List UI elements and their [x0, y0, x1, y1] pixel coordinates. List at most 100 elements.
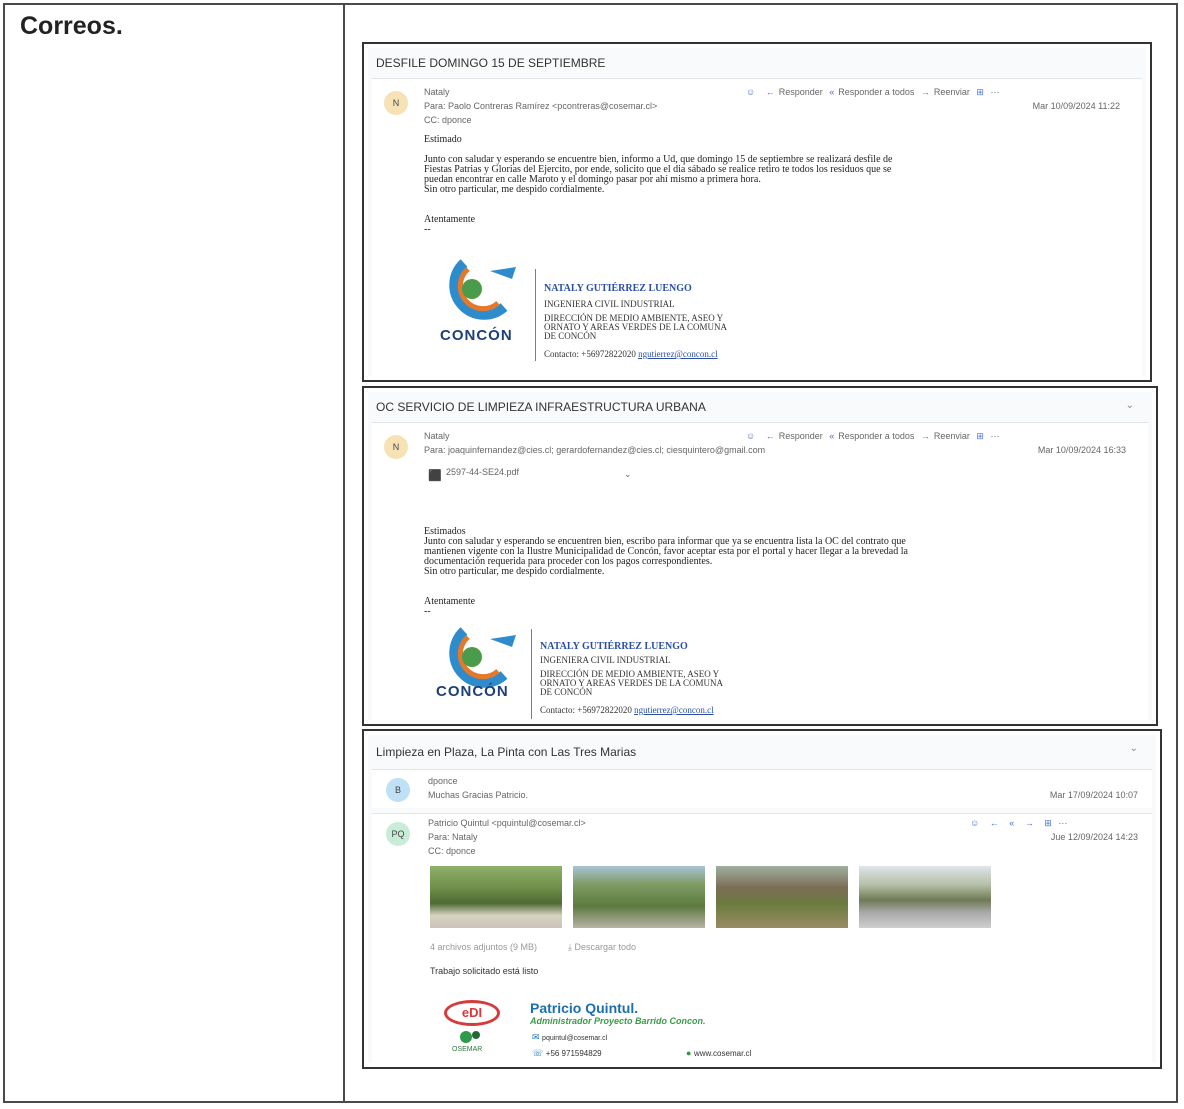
download-all-button[interactable]: ⤓ Descargar todo [568, 942, 636, 953]
emoji-icon[interactable]: ☺ [970, 818, 979, 828]
reply-button[interactable]: Responder [779, 87, 823, 97]
attachment-photo[interactable] [573, 866, 705, 928]
reply-card[interactable]: B dponce Muchas Gracias Patricio. Mar 17… [372, 769, 1152, 808]
email-pane: DESFILE DOMINGO 15 DE SEPTIEMBRE N Natal… [368, 48, 1146, 379]
forward-icon[interactable]: → [1025, 818, 1034, 828]
email-card: N Nataly Para: Paolo Contreras Ramírez <… [372, 78, 1142, 379]
forward-button[interactable]: Reenviar [934, 431, 970, 441]
sig-name: Patricio Quintul. [530, 1000, 639, 1016]
cc-line: CC: dponce [428, 846, 476, 856]
teams-icon[interactable]: ⊞ [1044, 818, 1052, 828]
contact-phone: Contacto: +56972822020 [544, 349, 636, 359]
forward-icon: → [920, 87, 930, 97]
recipients[interactable]: Para: Paolo Contreras Ramírez <pcontrera… [424, 101, 657, 111]
reply-all-icon: « [829, 87, 835, 97]
email-card: N Nataly Para: joaquinfernandez@cies.cl;… [372, 422, 1148, 723]
attachment-photo[interactable] [716, 866, 848, 928]
teams-icon[interactable]: ⊞ [976, 87, 984, 97]
email-subject: Limpieza en Plaza, La Pinta con Las Tres… [376, 745, 637, 759]
email-panel-2: OC SERVICIO DE LIMPIEZA INFRAESTRUCTURA … [362, 386, 1158, 726]
chevron-down-icon[interactable]: ⌄ [1126, 400, 1134, 411]
reply-avatar[interactable]: B [386, 778, 410, 802]
sig-web: ● www.cosemar.cl [686, 1048, 751, 1058]
email-actions: ☺ ← Responder «Responder a todos → Reenvia… [742, 431, 999, 442]
email-card: PQ Patricio Quintul <pquintul@cosemar.cl… [372, 813, 1152, 1066]
email-subject: DESFILE DOMINGO 15 DE SEPTIEMBRE [376, 56, 606, 70]
attachment-chip[interactable]: ⬛ 2597-44-SE24.pdf ⌄ [428, 465, 638, 489]
contact-email-link[interactable]: ngutierrez@concon.cl [638, 349, 718, 359]
email-panel-3: Limpieza en Plaza, La Pinta con Las Tres… [362, 729, 1162, 1069]
signature-contact: Contacto: +56972822020 ngutierrez@concon… [540, 705, 714, 715]
sig-web-text[interactable]: www.cosemar.cl [694, 1049, 751, 1058]
forward-button[interactable]: Reenviar [934, 87, 970, 97]
download-all-label[interactable]: Descargar todo [574, 942, 636, 952]
sender-name[interactable]: Patricio Quintul <pquintul@cosemar.cl> [428, 818, 586, 828]
edi-logo: eDI [444, 1000, 500, 1026]
globe-icon: ● [686, 1048, 694, 1058]
mail-icon: ✉ [532, 1032, 543, 1042]
email-actions: ☺ ← « → ⊞ ··· [966, 818, 1067, 829]
more-options-icon[interactable]: ··· [990, 431, 999, 441]
signature-dept: DE CONCÓN [544, 331, 597, 341]
teams-icon[interactable]: ⊞ [976, 431, 984, 441]
recipients[interactable]: Para: joaquinfernandez@cies.cl; gerardof… [424, 445, 765, 455]
sender-name[interactable]: Nataly [424, 87, 450, 97]
sender-avatar[interactable]: N [384, 435, 408, 459]
column-divider [343, 3, 345, 1103]
concon-logo-text: CONCÓN [436, 683, 509, 700]
signature-name: NATALY GUTIÉRREZ LUENGO [540, 641, 688, 652]
email-panel-1: DESFILE DOMINGO 15 DE SEPTIEMBRE N Natal… [362, 42, 1152, 382]
attachment-menu-icon[interactable]: ⌄ [624, 469, 632, 480]
reply-button[interactable]: Responder [779, 431, 823, 441]
sender-avatar[interactable]: PQ [386, 822, 410, 846]
closing: Atentamente [424, 214, 476, 225]
pdf-icon: ⬛ [428, 470, 442, 482]
concon-logo-text: CONCÓN [440, 327, 513, 344]
attachment-photo[interactable] [859, 866, 991, 928]
signature-role: INGENIERA CIVIL INDUSTRIAL [544, 299, 675, 309]
reply-all-icon[interactable]: « [1009, 818, 1014, 828]
contact-phone: Contacto: +56972822020 [540, 705, 632, 715]
sig-phone: ☏ +56 971594829 [532, 1048, 602, 1059]
emoji-icon[interactable]: ☺ [746, 87, 755, 97]
body-line: Sin otro particular, me despido cordialm… [424, 184, 605, 195]
closing: Atentamente [424, 596, 476, 607]
signature-role: INGENIERA CIVIL INDUSTRIAL [540, 655, 671, 665]
more-options-icon[interactable]: ··· [990, 87, 999, 97]
email-date: Jue 12/09/2024 14:23 [1050, 832, 1138, 842]
signature-dept: DE CONCÓN [540, 687, 593, 697]
cc-line: CC: dponce [424, 115, 472, 125]
sig-phone-text: +56 971594829 [545, 1049, 602, 1058]
contact-email-link[interactable]: ngutierrez@concon.cl [634, 705, 714, 715]
email-subject: OC SERVICIO DE LIMPIEZA INFRAESTRUCTURA … [376, 400, 706, 414]
cosemar-logo-icon [460, 1030, 482, 1044]
reply-all-button[interactable]: Responder a todos [838, 431, 914, 441]
email-date: Mar 10/09/2024 11:22 [1032, 101, 1120, 111]
signature-contact: Contacto: +56972822020 ngutierrez@concon… [544, 349, 718, 359]
attachments-info: 4 archivos adjuntos (9 MB) [430, 942, 538, 952]
sig-email: ✉ pquintul@cosemar.cl [532, 1032, 607, 1043]
sender-name[interactable]: Nataly [424, 431, 450, 441]
reply-icon: ← [765, 87, 775, 97]
sig-email-text[interactable]: pquintul@cosemar.cl [542, 1035, 607, 1042]
reply-icon[interactable]: ← [990, 818, 999, 828]
emoji-icon[interactable]: ☺ [746, 431, 755, 441]
attachment-name[interactable]: 2597-44-SE24.pdf [446, 467, 519, 477]
sender-avatar[interactable]: N [384, 91, 408, 115]
cosemar-leaf-icon [460, 1031, 480, 1043]
recipients[interactable]: Para: Nataly [428, 832, 478, 842]
chevron-down-icon[interactable]: ⌄ [1130, 743, 1138, 754]
attachment-photo[interactable] [430, 866, 562, 928]
phone-icon: ☏ [532, 1048, 546, 1058]
section-title: Correos. [20, 12, 123, 40]
email-pane: OC SERVICIO DE LIMPIEZA INFRAESTRUCTURA … [368, 392, 1152, 723]
reply-icon: ← [765, 431, 775, 441]
more-options-icon[interactable]: ··· [1058, 818, 1067, 828]
signature-name: NATALY GUTIÉRREZ LUENGO [544, 283, 692, 294]
body-line: Sin otro particular, me despido cordialm… [424, 566, 605, 577]
cosemar-logo-text: OSEMAR [452, 1046, 483, 1053]
reply-all-button[interactable]: Responder a todos [838, 87, 914, 97]
reply-all-icon: « [829, 431, 835, 441]
dashes: -- [424, 224, 431, 235]
reply-sender: dponce [428, 776, 458, 786]
